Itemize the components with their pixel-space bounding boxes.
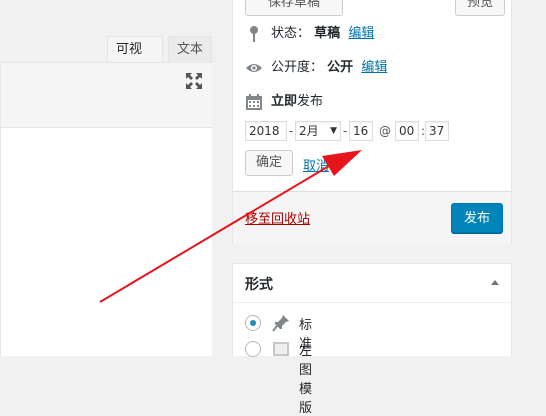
schedule-immediate: 立即 xyxy=(271,94,298,109)
save-draft-button[interactable]: 保存草稿 xyxy=(245,0,343,16)
eye-icon xyxy=(246,64,262,72)
at-sign: @ xyxy=(379,124,391,138)
visibility-edit-link[interactable]: 编辑 xyxy=(361,60,387,75)
expand-icon[interactable] xyxy=(184,71,204,91)
publish-actions: 移至回收站 发布 xyxy=(233,191,511,244)
radio-left-image[interactable] xyxy=(245,341,261,357)
date-dash: - xyxy=(289,124,294,138)
pin-icon xyxy=(250,26,258,42)
day-input[interactable]: 16 xyxy=(349,121,373,141)
tab-visual[interactable]: 可视化 xyxy=(107,36,163,83)
format-title: 形式 xyxy=(245,277,273,293)
status-value: 草稿 xyxy=(314,26,341,41)
date-dash: - xyxy=(343,124,348,138)
status-edit-link[interactable]: 编辑 xyxy=(348,26,374,41)
publish-button[interactable]: 发布 xyxy=(451,203,503,233)
preview-button[interactable]: 预览 xyxy=(455,0,505,16)
tab-text[interactable]: 文本 xyxy=(168,36,212,62)
chevron-down-icon: ▼ xyxy=(330,126,337,136)
minute-input[interactable]: 37 xyxy=(425,121,449,141)
editor-tabs: 可视化 文本 xyxy=(0,36,212,83)
format-header[interactable]: 形式 xyxy=(233,264,511,303)
editor-content-area[interactable] xyxy=(0,128,212,356)
format-option-label: 左图模版 xyxy=(299,344,313,416)
year-input[interactable]: 2018 xyxy=(245,121,287,141)
status-label: 状态： xyxy=(271,26,311,41)
move-to-trash-link[interactable]: 移至回收站 xyxy=(245,208,310,227)
cancel-link[interactable]: 取消 xyxy=(303,155,329,174)
format-box: 形式 标准 左图模版 xyxy=(232,263,512,416)
calendar-icon xyxy=(246,94,262,110)
schedule-text: 发布 xyxy=(297,94,324,109)
visibility-label: 公开度： xyxy=(271,60,324,75)
image-icon xyxy=(273,342,289,356)
month-select[interactable]: 2月 ▼ xyxy=(295,121,341,141)
collapse-arrow-icon[interactable] xyxy=(491,280,499,285)
radio-standard[interactable] xyxy=(245,315,261,331)
hour-input[interactable]: 00 xyxy=(395,121,419,141)
pin-icon xyxy=(272,315,289,332)
editor-toolbar xyxy=(0,62,212,128)
month-value: 2月 xyxy=(299,124,319,138)
publish-box: 保存草稿 预览 状态： 草稿 编辑 公开度： 公开 编辑 立即发布 2018 -… xyxy=(232,0,512,244)
ok-button[interactable]: 确定 xyxy=(245,150,293,176)
visibility-value: 公开 xyxy=(327,60,354,75)
